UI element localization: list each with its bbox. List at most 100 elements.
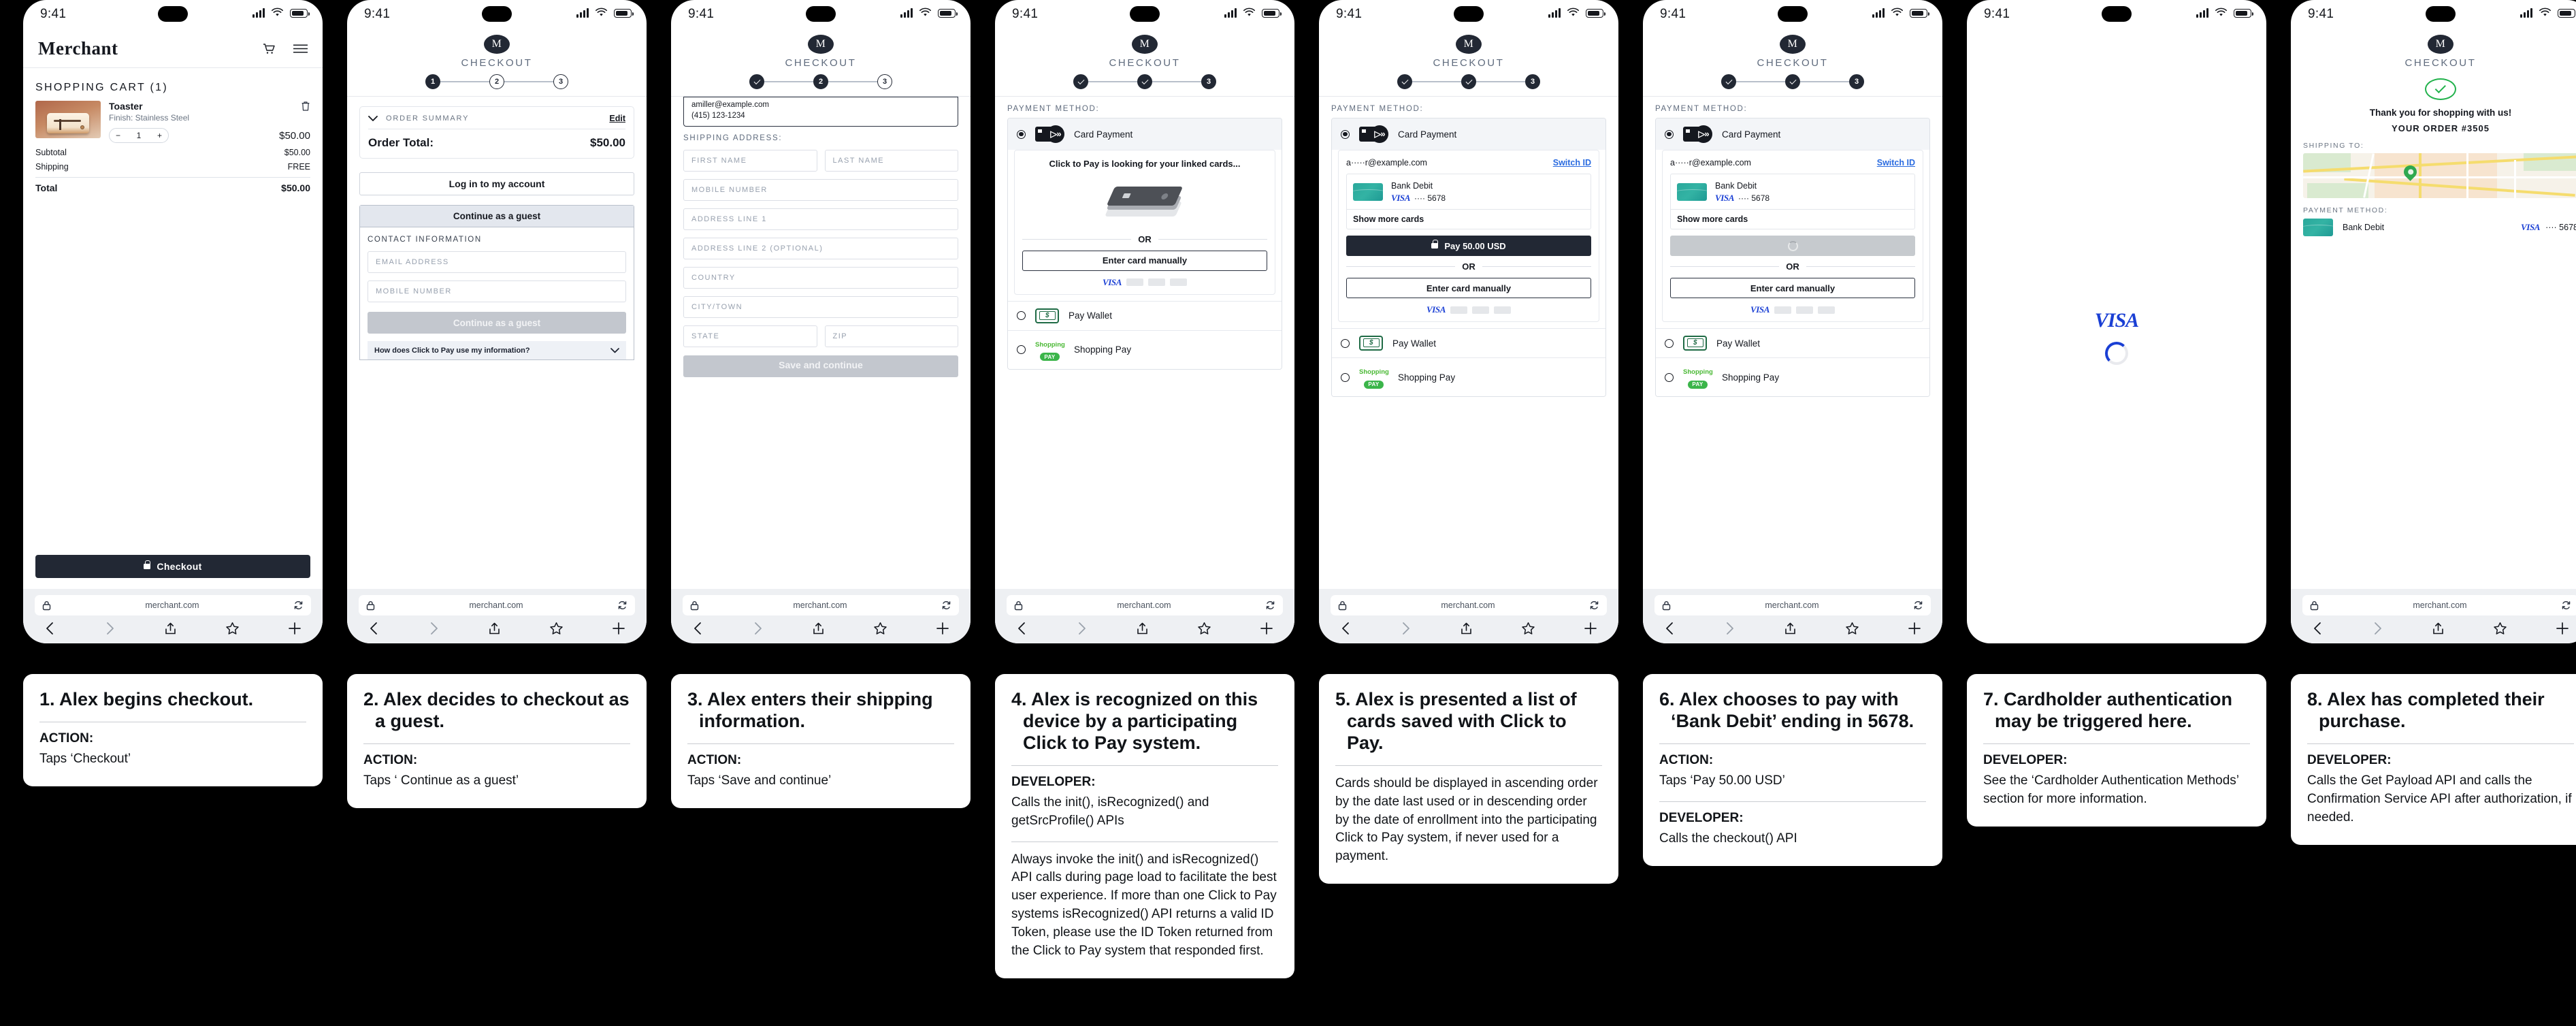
share-icon[interactable] bbox=[1460, 622, 1473, 635]
address-line-1-field[interactable]: ADDRESS LINE 1 bbox=[683, 208, 958, 231]
quantity-stepper[interactable]: − 1 + bbox=[109, 128, 169, 143]
bookmark-star-icon[interactable] bbox=[225, 622, 240, 635]
radio-pay-wallet[interactable] bbox=[1665, 338, 1674, 348]
share-icon[interactable] bbox=[812, 622, 825, 635]
share-icon[interactable] bbox=[2432, 622, 2445, 635]
reload-icon[interactable] bbox=[617, 600, 627, 610]
qty-increment[interactable]: + bbox=[157, 131, 162, 140]
payment-option-shopping-pay[interactable]: Shopping PAY Shopping Pay bbox=[1332, 357, 1605, 396]
reload-icon[interactable] bbox=[1589, 600, 1599, 610]
enter-card-manually-button[interactable]: Enter card manually bbox=[1346, 278, 1591, 298]
share-icon[interactable] bbox=[164, 622, 177, 635]
mobile-field[interactable]: MOBILE NUMBER bbox=[368, 280, 626, 302]
payment-option-shopping-pay[interactable]: Shopping PAY Shopping Pay bbox=[1656, 357, 1929, 396]
back-icon[interactable] bbox=[44, 622, 56, 635]
email-field[interactable]: EMAIL ADDRESS bbox=[368, 251, 626, 273]
step-1-complete bbox=[749, 74, 764, 89]
reload-icon[interactable] bbox=[1913, 600, 1923, 610]
first-name-field[interactable]: FIRST NAME bbox=[683, 150, 817, 172]
chevron-down-icon[interactable] bbox=[368, 115, 378, 122]
qty-decrement[interactable]: − bbox=[116, 131, 120, 140]
bookmark-star-icon[interactable] bbox=[1521, 622, 1535, 635]
radio-card-payment[interactable] bbox=[1341, 129, 1350, 139]
back-icon[interactable] bbox=[1016, 622, 1028, 635]
back-icon[interactable] bbox=[2312, 622, 2324, 635]
radio-card-payment[interactable] bbox=[1665, 129, 1674, 139]
delete-item-icon[interactable] bbox=[301, 101, 310, 115]
show-more-cards-button[interactable]: Show more cards bbox=[1347, 209, 1591, 229]
back-icon[interactable] bbox=[1340, 622, 1352, 635]
continue-as-guest-button[interactable]: Continue as a guest bbox=[368, 312, 626, 334]
switch-id-link[interactable]: Switch ID bbox=[1877, 158, 1915, 167]
zip-field[interactable]: ZIP bbox=[824, 325, 958, 348]
bookmark-star-icon[interactable] bbox=[1197, 622, 1211, 635]
radio-pay-wallet[interactable] bbox=[1341, 338, 1350, 348]
enter-card-manually-button[interactable]: Enter card manually bbox=[1022, 250, 1267, 271]
merchant-badge: M bbox=[1456, 35, 1482, 54]
bookmark-star-icon[interactable] bbox=[2493, 622, 2507, 635]
show-more-cards-button[interactable]: Show more cards bbox=[1671, 209, 1914, 229]
payment-option-shopping-pay[interactable]: Shopping PAY Shopping Pay bbox=[1008, 330, 1282, 369]
new-tab-icon[interactable] bbox=[1584, 622, 1597, 635]
bookmark-star-icon[interactable] bbox=[549, 622, 564, 635]
url-bar[interactable]: merchant.com bbox=[35, 595, 311, 615]
payment-option-card[interactable]: ▷» Card Payment bbox=[1656, 118, 1929, 150]
radio-card-payment[interactable] bbox=[1017, 129, 1026, 139]
new-tab-icon[interactable] bbox=[936, 622, 949, 635]
enter-card-manually-button[interactable]: Enter card manually bbox=[1670, 278, 1915, 298]
url-bar[interactable]: merchant.com bbox=[1654, 595, 1931, 615]
payment-option-pay-wallet[interactable]: $ Pay Wallet bbox=[1656, 328, 1929, 357]
payment-option-pay-wallet[interactable]: $ Pay Wallet bbox=[1008, 300, 1282, 330]
new-tab-icon[interactable] bbox=[2556, 622, 2569, 635]
hamburger-menu-icon[interactable] bbox=[293, 44, 308, 53]
checkout-button[interactable]: Checkout bbox=[35, 555, 310, 578]
payment-option-pay-wallet[interactable]: $ Pay Wallet bbox=[1332, 328, 1605, 357]
radio-shopping-pay[interactable] bbox=[1665, 372, 1674, 382]
bookmark-star-icon[interactable] bbox=[873, 622, 887, 635]
back-icon[interactable] bbox=[368, 622, 380, 635]
url-bar[interactable]: merchant.com bbox=[1331, 595, 1607, 615]
payment-option-card[interactable]: ▷» Card Payment bbox=[1332, 118, 1605, 150]
checkout-header: M CHECKOUT 3 bbox=[1319, 30, 1618, 97]
url-bar[interactable]: merchant.com bbox=[2302, 595, 2576, 615]
address-line-2-field[interactable]: ADDRESS LINE 2 (OPTIONAL) bbox=[683, 238, 958, 260]
login-button[interactable]: Log in to my account bbox=[359, 172, 634, 195]
shipping-map[interactable] bbox=[2303, 153, 2576, 198]
new-tab-icon[interactable] bbox=[1260, 622, 1273, 635]
country-field[interactable]: COUNTRY bbox=[683, 267, 958, 289]
state-field[interactable]: STATE bbox=[683, 325, 817, 348]
reload-icon[interactable] bbox=[1265, 600, 1275, 610]
url-bar[interactable]: merchant.com bbox=[359, 595, 635, 615]
back-icon[interactable] bbox=[692, 622, 704, 635]
reload-icon[interactable] bbox=[2561, 600, 2571, 610]
save-and-continue-button[interactable]: Save and continue bbox=[683, 355, 958, 378]
new-tab-icon[interactable] bbox=[1908, 622, 1921, 635]
edit-link[interactable]: Edit bbox=[609, 114, 625, 123]
payment-option-card[interactable]: ▷» Card Payment bbox=[1008, 118, 1282, 150]
click-to-pay-info-accordion[interactable]: How does Click to Pay use my information… bbox=[368, 341, 626, 359]
share-icon[interactable] bbox=[488, 622, 501, 635]
cart-icon[interactable] bbox=[263, 43, 276, 54]
switch-id-link[interactable]: Switch ID bbox=[1553, 158, 1591, 167]
reload-icon[interactable] bbox=[941, 600, 951, 610]
share-icon[interactable] bbox=[1136, 622, 1149, 635]
new-tab-icon[interactable] bbox=[612, 622, 625, 635]
reload-icon[interactable] bbox=[293, 600, 304, 610]
saved-card-row[interactable]: Bank Debit VISA ···· 5678 bbox=[1671, 174, 1914, 209]
back-icon[interactable] bbox=[1664, 622, 1676, 635]
mobile-number-field[interactable]: MOBILE NUMBER bbox=[683, 179, 958, 202]
new-tab-icon[interactable] bbox=[288, 622, 301, 635]
radio-shopping-pay[interactable] bbox=[1341, 372, 1350, 382]
bookmark-star-icon[interactable] bbox=[1845, 622, 1859, 635]
city-town-field[interactable]: CITY/TOWN bbox=[683, 296, 958, 319]
saved-card-row[interactable]: Bank Debit VISA ···· 5678 bbox=[1347, 174, 1591, 209]
share-icon[interactable] bbox=[1784, 622, 1797, 635]
last-name-field[interactable]: LAST NAME bbox=[824, 150, 958, 172]
radio-pay-wallet[interactable] bbox=[1017, 311, 1026, 321]
radio-shopping-pay[interactable] bbox=[1017, 345, 1026, 355]
url-bar[interactable]: merchant.com bbox=[683, 595, 959, 615]
click-to-pay-icon: ▷» bbox=[1035, 125, 1064, 143]
url-bar[interactable]: merchant.com bbox=[1007, 595, 1283, 615]
caption-divider bbox=[1659, 801, 1926, 802]
pay-button[interactable]: Pay 50.00 USD bbox=[1346, 236, 1591, 256]
